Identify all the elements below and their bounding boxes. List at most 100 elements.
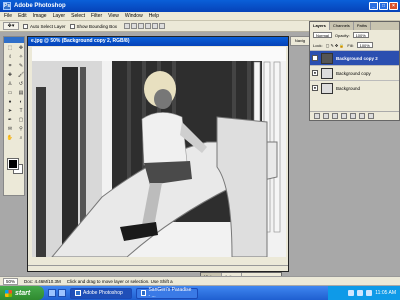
clone-stamp-tool-icon[interactable]: ♙ bbox=[5, 80, 15, 88]
app-title: Adobe Photoshop bbox=[14, 3, 66, 9]
zoom-tool-icon[interactable]: ⌕ bbox=[16, 134, 26, 142]
toolbox: ⬚ ✥ ℓ ✧ ⌗ ✎ ✚ 🖌 ♙ ↺ ▭ ▤ ● ◐ ➤ T ✒ ▢ ✉ ⚲ … bbox=[3, 36, 25, 196]
ie-icon[interactable] bbox=[48, 289, 56, 297]
shape-tool-icon[interactable]: ▢ bbox=[16, 116, 26, 124]
eyedropper-tool-icon[interactable]: ⚲ bbox=[16, 125, 26, 133]
align-middle-icon[interactable] bbox=[131, 23, 138, 29]
menu-window[interactable]: Window bbox=[125, 13, 143, 19]
crop-tool-icon[interactable]: ⌗ bbox=[5, 62, 15, 70]
eraser-tool-icon[interactable]: ▭ bbox=[5, 89, 15, 97]
start-label: start bbox=[15, 289, 31, 297]
new-layer-icon[interactable] bbox=[359, 113, 365, 119]
trash-icon[interactable] bbox=[368, 113, 374, 119]
blur-tool-icon[interactable]: ● bbox=[5, 98, 15, 106]
lock-icons[interactable]: ▢ ✎ ✥ 🔒 bbox=[326, 43, 345, 48]
dodge-tool-icon[interactable]: ◐ bbox=[16, 98, 26, 106]
document-size: Doc: 4.46M/10.3M bbox=[24, 278, 61, 284]
eye-icon[interactable]: ● bbox=[312, 55, 318, 61]
maximize-button[interactable]: □ bbox=[379, 2, 388, 10]
layer-thumbnail bbox=[321, 52, 333, 64]
menu-select[interactable]: Select bbox=[71, 13, 85, 19]
show-bounding-label: Show Bounding Box bbox=[76, 23, 118, 29]
close-button[interactable]: × bbox=[389, 2, 398, 10]
layer-row[interactable]: ● Background copy bbox=[310, 65, 399, 80]
eye-icon[interactable]: ● bbox=[312, 85, 318, 91]
menu-view[interactable]: View bbox=[108, 13, 119, 19]
foreground-color-swatch[interactable] bbox=[7, 158, 19, 170]
app-status-bar: 50% Doc: 4.46M/10.3M Click and drag to m… bbox=[0, 276, 400, 285]
layer-style-icon[interactable] bbox=[323, 113, 329, 119]
menu-edit[interactable]: Edit bbox=[18, 13, 27, 19]
align-left-icon[interactable] bbox=[145, 23, 152, 29]
layer-row[interactable]: ● Background copy 2 bbox=[310, 50, 399, 65]
taskbar-button-label: Adobe Photoshop bbox=[83, 290, 123, 296]
blend-opacity-row: Normal Opacity: 100% bbox=[310, 30, 399, 40]
history-brush-tool-icon[interactable]: ↺ bbox=[16, 80, 26, 88]
link-layers-icon[interactable] bbox=[314, 113, 320, 119]
healing-brush-tool-icon[interactable]: ✚ bbox=[5, 71, 15, 79]
menu-file[interactable]: File bbox=[4, 13, 12, 19]
move-tool-icon[interactable]: ✥ bbox=[16, 44, 26, 52]
document-window: e.jpg @ 50% (Background copy 2, RGB/8) bbox=[27, 36, 289, 272]
app-title-bar[interactable]: Ps Adobe Photoshop _ □ × bbox=[0, 0, 400, 12]
tab-paths[interactable]: Paths bbox=[354, 22, 372, 30]
align-top-icon[interactable] bbox=[124, 23, 131, 29]
menu-help[interactable]: Help bbox=[149, 13, 159, 19]
layer-row[interactable]: ● Background bbox=[310, 80, 399, 95]
volume-icon[interactable] bbox=[357, 290, 364, 296]
align-right-icon[interactable] bbox=[159, 23, 166, 29]
menu-filter[interactable]: Filter bbox=[91, 13, 102, 19]
new-fill-layer-icon[interactable] bbox=[341, 113, 347, 119]
brush-tool-icon[interactable]: 🖌 bbox=[16, 71, 26, 79]
start-button[interactable]: start bbox=[0, 286, 44, 300]
navigator-palette-tab[interactable]: Navig bbox=[290, 36, 310, 46]
path-selection-tool-icon[interactable]: ➤ bbox=[5, 107, 15, 115]
minimize-button[interactable]: _ bbox=[369, 2, 378, 10]
new-group-icon[interactable] bbox=[350, 113, 356, 119]
network-icon[interactable] bbox=[348, 290, 355, 296]
gradient-tool-icon[interactable]: ▤ bbox=[16, 89, 26, 97]
opacity-label: Opacity: bbox=[334, 32, 350, 38]
layer-mask-icon[interactable] bbox=[332, 113, 338, 119]
tab-layers[interactable]: Layers bbox=[310, 22, 330, 30]
taskbar-button-photoshop[interactable]: Adobe Photoshop bbox=[70, 287, 132, 299]
taskbar-button-browser[interactable]: SanGeri's Paradise - ... bbox=[136, 287, 198, 299]
browser-task-icon bbox=[141, 290, 147, 296]
lock-label: Lock: bbox=[313, 42, 323, 48]
notes-tool-icon[interactable]: ✉ bbox=[5, 125, 15, 133]
magic-wand-tool-icon[interactable]: ✧ bbox=[16, 53, 26, 61]
opacity-input[interactable]: 100% bbox=[352, 32, 369, 38]
folder-icon[interactable] bbox=[58, 289, 66, 297]
security-icon[interactable] bbox=[366, 290, 373, 296]
photoshop-task-icon bbox=[75, 290, 81, 296]
taskbar-button-label: SanGeri's Paradise - ... bbox=[148, 287, 192, 299]
lasso-tool-icon[interactable]: ℓ bbox=[5, 53, 15, 61]
document-status-bar bbox=[28, 265, 288, 271]
fill-label: Fill: bbox=[347, 42, 354, 48]
hand-tool-icon[interactable]: ✋ bbox=[5, 134, 15, 142]
move-tool-preset-picker[interactable]: ✥▾ bbox=[3, 22, 19, 30]
menu-layer[interactable]: Layer bbox=[53, 13, 66, 19]
slice-tool-icon[interactable]: ✎ bbox=[16, 62, 26, 70]
eye-icon[interactable]: ● bbox=[312, 70, 318, 76]
marquee-tool-icon[interactable]: ⬚ bbox=[5, 44, 15, 52]
tab-channels[interactable]: Channels bbox=[330, 22, 354, 30]
menu-image[interactable]: Image bbox=[33, 13, 47, 19]
fill-input[interactable]: 100% bbox=[356, 42, 373, 48]
document-title[interactable]: e.jpg @ 50% (Background copy 2, RGB/8) bbox=[28, 37, 288, 46]
clock[interactable]: 11:05 AM bbox=[375, 290, 396, 296]
palette-tabs: Layers Channels Paths bbox=[310, 22, 399, 30]
quick-launch bbox=[48, 289, 66, 297]
align-center-icon[interactable] bbox=[152, 23, 159, 29]
zoom-level[interactable]: 50% bbox=[3, 277, 19, 285]
blend-mode-select[interactable]: Normal bbox=[313, 32, 332, 38]
align-bottom-icon[interactable] bbox=[138, 23, 145, 29]
pen-tool-icon[interactable]: ✒ bbox=[5, 116, 15, 124]
auto-select-checkbox[interactable]: Auto Select Layer bbox=[23, 23, 66, 29]
type-tool-icon[interactable]: T bbox=[16, 107, 26, 115]
show-bounding-checkbox[interactable]: Show Bounding Box bbox=[69, 23, 118, 29]
layers-palette-footer bbox=[310, 111, 399, 120]
layer-name: Background bbox=[336, 85, 361, 91]
image-canvas[interactable] bbox=[32, 47, 286, 257]
layer-thumbnail bbox=[321, 82, 333, 94]
